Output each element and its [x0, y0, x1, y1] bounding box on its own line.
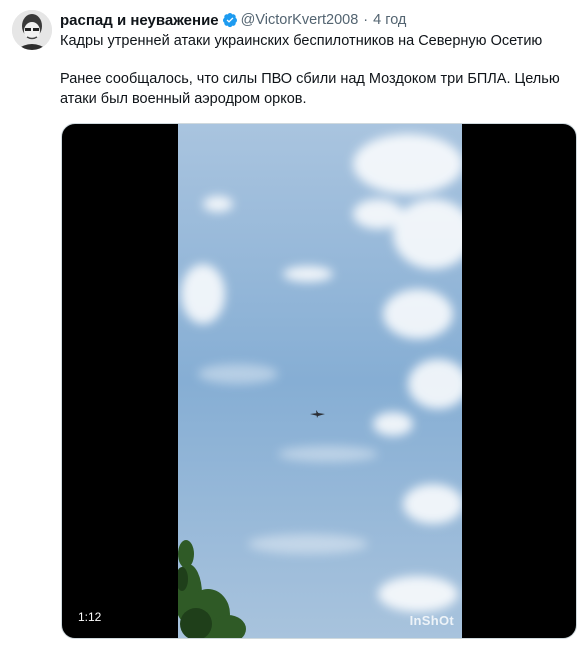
- video-duration-badge: 1:12: [72, 608, 108, 626]
- video-player[interactable]: InShOt 1:12: [61, 123, 577, 639]
- tweet-text: Кадры утренней атаки украинских беспилот…: [60, 31, 575, 109]
- tweet-paragraph-2: Ранее сообщалось, что силы ПВО сбили над…: [60, 71, 560, 107]
- verified-badge-icon: [222, 13, 237, 28]
- display-name[interactable]: распад и неуважение: [60, 12, 219, 29]
- user-handle[interactable]: @VictorKvert2008: [241, 12, 359, 28]
- sky-scene-image: [178, 124, 462, 638]
- tweet-paragraph-1: Кадры утренней атаки украинских беспилот…: [60, 33, 543, 49]
- avatar-portrait-image: [12, 10, 52, 50]
- header-separator: ·: [363, 12, 369, 28]
- video-frame[interactable]: InShOt: [178, 124, 462, 638]
- tweet-timestamp[interactable]: 4 год: [373, 12, 406, 28]
- avatar[interactable]: [12, 10, 52, 50]
- inshot-watermark: InShOt: [409, 613, 454, 628]
- tweet-header: распад и неуважение @VictorKvert2008 · 4…: [60, 10, 406, 30]
